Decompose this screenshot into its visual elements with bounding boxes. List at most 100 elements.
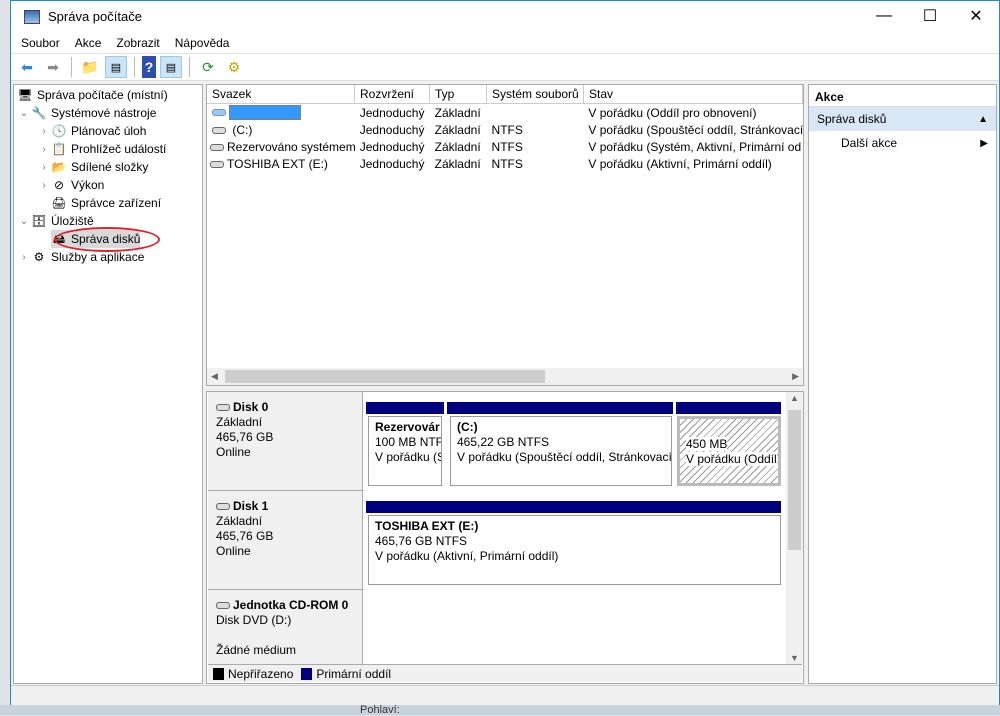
scroll-down-icon[interactable]: ▼ (790, 653, 799, 663)
column-header-layout[interactable]: Rozvržení (355, 85, 430, 103)
title-bar: Správa počítače — ☐ ✕ (11, 1, 999, 32)
horizontal-scrollbar[interactable]: ◀ ▶ (207, 368, 803, 385)
status-bar (11, 685, 999, 705)
volume-name: (C:) (207, 123, 355, 137)
vertical-scrollbar[interactable]: ▲ ▼ (786, 392, 803, 664)
chevron-down-icon[interactable]: ⌄ (17, 216, 31, 227)
column-header-status[interactable]: Stav (584, 85, 803, 103)
chevron-right-icon[interactable]: › (37, 162, 51, 173)
column-header-type[interactable]: Typ (430, 85, 487, 103)
menu-napoveda[interactable]: Nápověda (175, 36, 230, 50)
menu-soubor[interactable]: Soubor (21, 36, 60, 50)
event-log-icon: 📋 (51, 142, 67, 156)
partition-c[interactable]: (C:) 465,22 GB NTFS V pořádku (Spouštěcí o… (450, 416, 672, 486)
refresh-icon[interactable]: ⟳ (197, 56, 219, 78)
selected-volume-label (229, 105, 301, 121)
back-arrow-icon[interactable]: ⬅ (16, 56, 38, 78)
tree-item-performance[interactable]: › ⊘ Výkon (37, 176, 104, 194)
partition-size: 100 MB NTF (375, 435, 442, 449)
cell: V pořádku (Spouštěcí oddíl, Stránkovací (588, 122, 803, 137)
partition-system-reserved[interactable]: Rezervovár 100 MB NTF V pořádku (S (368, 416, 442, 486)
partition-bar (366, 501, 781, 513)
cell: V pořádku (Aktivní, Primární oddíl) (588, 156, 772, 171)
actions-section-disk-management[interactable]: Správa disků ▲ (809, 107, 996, 131)
disk-icon (216, 503, 230, 511)
partition-state: V pořádku (Oddíl (686, 452, 777, 466)
actions-title: Akce (809, 85, 996, 107)
up-folder-icon[interactable]: 📁 (79, 56, 101, 78)
cell: NTFS (491, 156, 523, 171)
properties-icon[interactable]: ⚙ (223, 56, 245, 78)
toolbar-separator (189, 57, 190, 77)
menu-akce[interactable]: Akce (75, 36, 102, 50)
chevron-right-icon[interactable]: › (37, 180, 51, 191)
volume-list-header: Svazek Rozvržení Typ Systém souborů Stav (207, 85, 803, 104)
show-action-pane-icon[interactable]: ▤ (160, 56, 182, 78)
volume-name: Rezervováno systémem (207, 140, 355, 154)
scrollbar-thumb[interactable] (788, 410, 801, 550)
legend-swatch-unallocated (213, 667, 224, 680)
cell: Základní (434, 139, 481, 154)
background-text: Pohlaví: (360, 704, 400, 716)
window-title: Správa počítače (48, 9, 142, 24)
partition-bar (366, 402, 444, 414)
disk-type: Základní (216, 514, 263, 528)
disk-name: Disk 1 (233, 499, 269, 513)
cell: Rezervováno systémem (227, 139, 355, 154)
partition-toshiba[interactable]: TOSHIBA EXT (E:) 465,76 GB NTFS V pořádku … (368, 515, 781, 585)
maximize-button[interactable]: ☐ (907, 1, 953, 31)
scroll-up-icon[interactable]: ▲ (790, 393, 799, 403)
tree-item-event-viewer[interactable]: › 📋 Prohlížeč událostí (37, 140, 166, 158)
tools-icon: 🔧 (31, 106, 47, 120)
scroll-right-icon[interactable]: ▶ (792, 371, 799, 382)
navigation-tree: 🖥 Správa počítače (místní) ⌄ 🔧 Systémové ná… (13, 84, 203, 684)
tree-item-storage[interactable]: ⌄ 🗄 Úložiště (17, 212, 94, 230)
chevron-right-icon[interactable]: › (17, 252, 31, 263)
tree-label: Plánovač úloh (71, 124, 147, 138)
close-button[interactable]: ✕ (953, 1, 999, 31)
tree-label: Úložiště (51, 214, 94, 228)
table-row[interactable]: (C:) Jednoduchý Základní NTFS V pořádku … (207, 121, 803, 138)
chevron-right-icon[interactable]: › (37, 144, 51, 155)
cdrom-label[interactable]: Jednotka CD-ROM 0 Disk DVD (D:) Žádné mé… (208, 590, 363, 664)
chevron-right-icon[interactable]: › (37, 126, 51, 137)
tree-item-root[interactable]: 🖥 Správa počítače (místní) (17, 86, 167, 104)
disk-status: Online (216, 544, 251, 558)
tree-item-services[interactable]: › ⚙ Služby a aplikace (17, 248, 144, 266)
show-hide-tree-icon[interactable]: ▤ (105, 56, 127, 78)
partition-state: V pořádku (S (375, 450, 442, 464)
scroll-left-icon[interactable]: ◀ (211, 371, 218, 382)
disk-type: Základní (216, 415, 263, 429)
tree-item-device-manager[interactable]: 🖨 Správce zařízení (51, 194, 161, 212)
legend: Nepřiřazeno Primární oddíl (208, 664, 802, 682)
services-icon: ⚙ (33, 250, 45, 264)
column-header-filesystem[interactable]: Systém souborů (487, 85, 584, 103)
forward-arrow-icon[interactable]: ➡ (42, 56, 64, 78)
partition-recovery[interactable]: 450 MB V pořádku (Oddíl (677, 416, 781, 486)
background-window (0, 705, 1000, 715)
tree-item-system-tools[interactable]: ⌄ 🔧 Systémové nástroje (17, 104, 157, 122)
shared-folder-icon: 📂 (51, 160, 67, 174)
cell: (C:) (229, 122, 253, 137)
minimize-button[interactable]: — (861, 1, 907, 31)
menu-zobrazit[interactable]: Zobrazit (116, 36, 159, 50)
disk-0-label[interactable]: Disk 0 Základní 465,76 GB Online (208, 392, 363, 491)
more-actions[interactable]: Další akce ▶ (809, 131, 996, 155)
table-row[interactable]: TOSHIBA EXT (E:) Jednoduchý Základní NTF… (207, 155, 803, 172)
tree-item-task-scheduler[interactable]: › 🕓 Plánovač úloh (37, 122, 146, 140)
table-row[interactable]: Jednoduchý Základní V pořádku (Oddíl pro… (207, 104, 803, 121)
collapse-arrow-icon[interactable]: ▲ (978, 114, 988, 125)
disk-management-pane: Svazek Rozvržení Typ Systém souborů Stav… (206, 84, 804, 684)
disk-size: 465,76 GB (216, 529, 274, 543)
table-row[interactable]: Rezervováno systémem Jednoduchý Základní… (207, 138, 803, 155)
help-icon[interactable]: ? (142, 56, 156, 78)
column-header-volume[interactable]: Svazek (207, 85, 355, 103)
computer-icon: 🖥 (17, 88, 33, 102)
tree-item-shared-folders[interactable]: › 📂 Sdílené složky (37, 158, 148, 176)
scrollbar-thumb[interactable] (225, 370, 545, 383)
toolbar-separator (134, 57, 135, 77)
submenu-arrow-icon: ▶ (980, 137, 988, 149)
disk-size: 465,76 GB (216, 430, 274, 444)
chevron-down-icon[interactable]: ⌄ (17, 108, 31, 119)
disk-1-label[interactable]: Disk 1 Základní 465,76 GB Online (208, 491, 363, 590)
